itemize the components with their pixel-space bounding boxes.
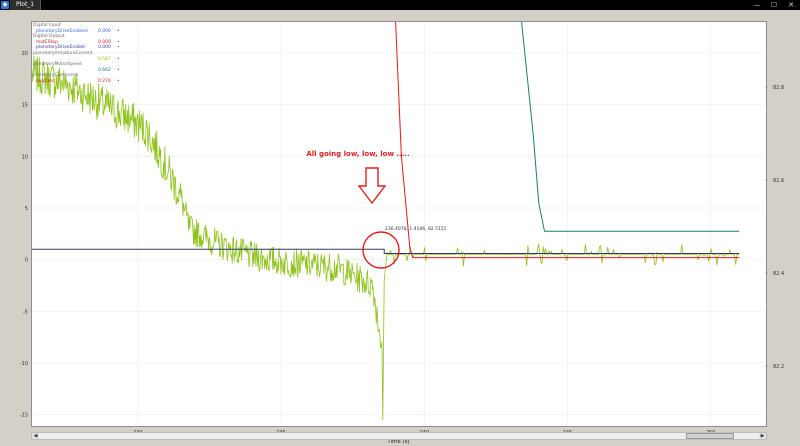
cursor-readout: 236.4078, 1.4196, 82.5151 — [385, 226, 447, 232]
maximize-button[interactable]: ☐ — [767, 0, 781, 10]
scroll-left-button[interactable]: ◀ — [32, 433, 39, 439]
legend-marker-icon: • — [117, 56, 120, 62]
y-tick-label: -10 — [20, 361, 28, 367]
legend-marker-icon: • — [117, 67, 120, 73]
overlay-layer: All going low, low, low ..... 236.4078, 1… — [306, 150, 447, 269]
legend-row[interactable]: engCmd 0.274 • — [33, 79, 128, 85]
horizontal-scrollbar[interactable]: ◀ ▶ — [31, 432, 767, 440]
scroll-thumb[interactable] — [686, 433, 734, 439]
y-tick-label: -15 — [20, 413, 28, 419]
y-tick-label: 0 — [25, 258, 28, 264]
content-area: All going low, low, low ..... 236.4078, 1… — [0, 10, 800, 446]
legend-row[interactable]: 0.662 • — [33, 68, 128, 74]
y-tick-label: -5 — [23, 309, 28, 315]
legend-value: 0.587 — [98, 56, 111, 62]
right-y-tick-label: 82.4 — [773, 271, 784, 277]
legend: Digital Input planetaryDriveEnabled 0.000 •… — [33, 23, 128, 85]
annotation-circle — [362, 231, 400, 269]
legend-row[interactable]: 0.587 • — [33, 57, 128, 63]
scroll-right-button[interactable]: ▶ — [759, 433, 766, 439]
legend-value: 0.274 — [98, 78, 111, 84]
y-tick-label: 20 — [22, 51, 28, 57]
legend-value: 0.000 — [98, 45, 111, 51]
y-tick-label: 10 — [22, 154, 28, 160]
legend-row[interactable]: planetaryDriveEnabled 0.000 • — [33, 29, 128, 35]
right-y-tick-label: 82.6 — [773, 178, 784, 184]
legend-series-name: planetaryDriveEnabled — [36, 28, 88, 34]
tab-plot[interactable]: Plot_1 — [10, 0, 42, 10]
app-icon: ◆ — [1, 1, 9, 9]
legend-value: 0.000 — [98, 28, 111, 34]
y-tick-label: 5 — [25, 206, 28, 212]
y-tick-label: 15 — [22, 103, 28, 109]
legend-marker-icon: • — [117, 28, 120, 34]
close-button[interactable]: ✕ — [784, 0, 798, 10]
title-bar: ◆ Plot_1 — ☐ ✕ — [0, 0, 800, 10]
annotation-arrow — [357, 167, 387, 205]
annotation-text: All going low, low, low ..... — [306, 150, 409, 158]
legend-row[interactable]: planetaryDriveEnable 0.000 • — [33, 45, 128, 51]
legend-series-name: engCmd — [36, 78, 55, 84]
legend-marker-icon: • — [117, 45, 120, 51]
legend-series-name: planetaryDriveEnable — [36, 45, 85, 51]
legend-value: 0.662 — [98, 67, 111, 73]
legend-marker-icon: • — [117, 78, 120, 84]
minimize-button[interactable]: — — [750, 0, 764, 10]
axes-layer: 230235240245250-15-10-50510152082.282.48… — [20, 51, 784, 445]
right-y-tick-label: 82.2 — [773, 364, 784, 370]
series-planetaryMotorSpeed — [521, 21, 740, 232]
right-y-tick-label: 82.8 — [773, 85, 784, 91]
